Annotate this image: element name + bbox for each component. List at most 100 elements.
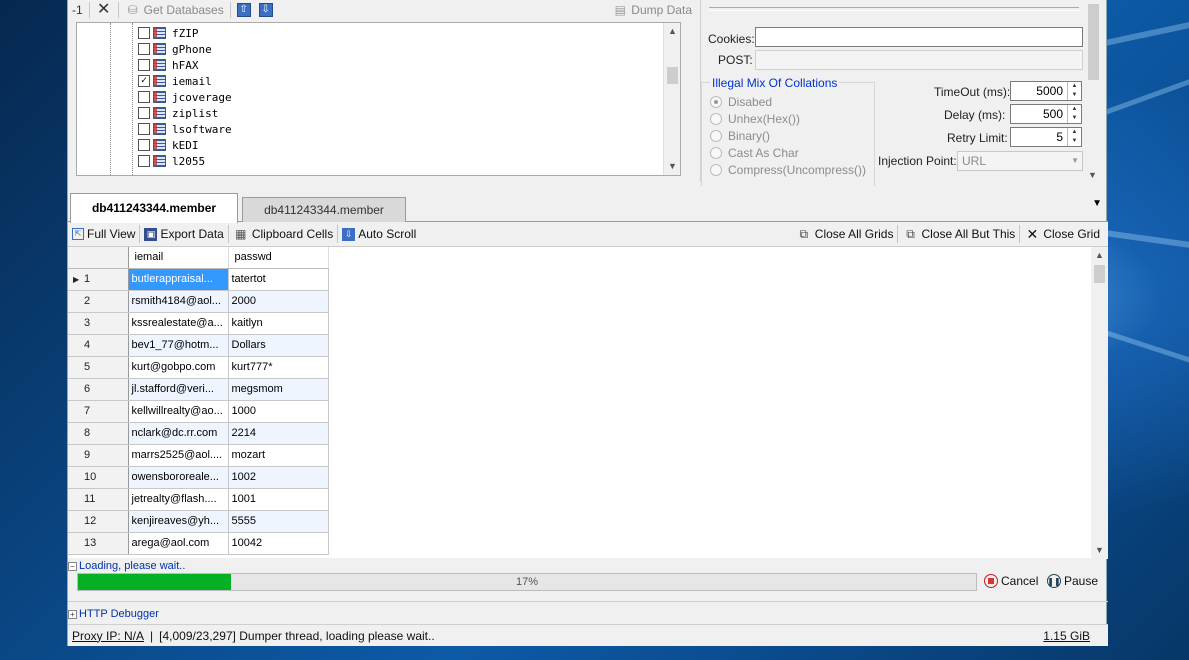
table-row[interactable]: 10 owensbororeale... 1002 — [68, 466, 329, 489]
tree-scrollbar[interactable]: ▲ ▼ — [663, 23, 680, 175]
move-down-button[interactable]: ⇩ — [255, 0, 277, 20]
full-view-button[interactable]: ⇱ Full View — [68, 223, 139, 245]
tree-item[interactable]: gPhone — [77, 41, 662, 57]
tree-item[interactable]: l2055 — [77, 153, 662, 169]
checkbox[interactable] — [138, 59, 150, 71]
options-scroll-thumb[interactable] — [1088, 4, 1099, 80]
scroll-up-arrow-icon[interactable]: ▲ — [664, 23, 680, 40]
cell-iemail[interactable]: kellwillrealty@ao... — [128, 400, 229, 423]
collation-radio[interactable]: Binary() — [710, 129, 770, 143]
cell-passwd[interactable]: kaitlyn — [228, 312, 329, 335]
close-grid-button[interactable]: ✕ Close Grid — [1020, 223, 1104, 245]
tree-item[interactable]: lsoftware — [77, 121, 662, 137]
cell-iemail[interactable]: arega@aol.com — [128, 532, 229, 555]
scroll-down-arrow-icon[interactable]: ▼ — [664, 158, 680, 175]
clear-button[interactable]: ✕ — [92, 0, 116, 20]
checkbox[interactable] — [138, 43, 150, 55]
export-data-button[interactable]: ▣ Export Data — [140, 223, 227, 245]
cell-iemail[interactable]: bev1_77@hotm... — [128, 334, 229, 357]
scroll-down-arrow-icon[interactable]: ▼ — [1091, 542, 1108, 559]
cell-passwd[interactable]: kurt777* — [228, 356, 329, 379]
row-number[interactable]: 6 — [68, 378, 129, 401]
timeout-spinner[interactable]: 5000 ▲ ▼ — [1010, 81, 1082, 101]
cell-passwd[interactable]: 10042 — [228, 532, 329, 555]
dump-data-button[interactable]: ▤ Dump Data — [608, 0, 696, 20]
table-row[interactable]: 8 nclark@dc.rr.com 2214 — [68, 422, 329, 445]
database-tree[interactable]: ▲ ▼ fZIP gPhone hFAX ✓ iemail jcoverage ziplis… — [76, 22, 681, 176]
cell-iemail[interactable]: kssrealestate@a... — [128, 312, 229, 335]
table-row[interactable]: 6 jl.stafford@veri... megsmom — [68, 378, 329, 401]
close-all-but-this-button[interactable]: ⧉ Close All But This — [898, 223, 1019, 245]
column-header-iemail[interactable]: iemail — [128, 247, 229, 269]
scroll-up-arrow-icon[interactable]: ▲ — [1091, 247, 1108, 264]
checkbox[interactable] — [138, 155, 150, 167]
row-header-corner[interactable] — [68, 247, 129, 269]
tree-item[interactable]: kEDI — [77, 137, 662, 153]
slider-track[interactable] — [709, 7, 1079, 11]
table-row[interactable]: 3 kssrealestate@a... kaitlyn — [68, 312, 329, 335]
proxy-ip-link[interactable]: Proxy IP: N/A — [72, 629, 144, 643]
checkbox[interactable] — [138, 139, 150, 151]
table-row[interactable]: 13 arega@aol.com 10042 — [68, 532, 329, 555]
tree-item[interactable]: fZIP — [77, 25, 662, 41]
row-number[interactable]: 11 — [68, 488, 129, 511]
row-number[interactable]: 8 — [68, 422, 129, 445]
row-number[interactable]: 2 — [68, 290, 129, 313]
collation-radio[interactable]: Compress(Uncompress()) — [710, 163, 866, 177]
cell-iemail[interactable]: butlerappraisal... — [128, 268, 229, 291]
row-number[interactable]: 4 — [68, 334, 129, 357]
close-all-grids-button[interactable]: ⧉ Close All Grids — [792, 223, 898, 245]
table-row[interactable]: 7 kellwillrealty@ao... 1000 — [68, 400, 329, 423]
tab-list-dropdown-icon[interactable]: ▼ — [1092, 198, 1102, 209]
spinner-arrows-icon[interactable]: ▲ ▼ — [1067, 105, 1081, 123]
row-number[interactable]: 10 — [68, 466, 129, 489]
table-row[interactable]: 9 marrs2525@aol.... mozart — [68, 444, 329, 467]
cell-passwd[interactable]: megsmom — [228, 378, 329, 401]
scroll-down-arrow-icon[interactable]: ▼ — [1088, 170, 1097, 180]
cell-iemail[interactable]: rsmith4184@aol... — [128, 290, 229, 313]
checkbox[interactable] — [138, 27, 150, 39]
retry-limit-spinner[interactable]: 5 ▲ ▼ — [1010, 127, 1082, 147]
row-number[interactable]: 5 — [68, 356, 129, 379]
table-row[interactable]: 12 kenjireaves@yh... 5555 — [68, 510, 329, 533]
cell-iemail[interactable]: jl.stafford@veri... — [128, 378, 229, 401]
pause-button[interactable]: ❚❚ Pause — [1047, 574, 1098, 588]
row-number[interactable]: 13 — [68, 532, 129, 555]
cell-iemail[interactable]: kurt@gobpo.com — [128, 356, 229, 379]
injection-point-select[interactable]: URL ▼ — [957, 151, 1083, 171]
cell-passwd[interactable]: 1000 — [228, 400, 329, 423]
cell-passwd[interactable]: 1002 — [228, 466, 329, 489]
cookies-input[interactable] — [755, 27, 1083, 47]
tree-item[interactable]: hFAX — [77, 57, 662, 73]
data-grid[interactable]: iemail passwd 1butlerappraisal...taterto… — [68, 246, 1108, 559]
table-row[interactable]: 5 kurt@gobpo.com kurt777* — [68, 356, 329, 379]
loading-section-toggle[interactable]: − Loading, please wait.. — [68, 560, 185, 572]
clipboard-cells-button[interactable]: ▦ Clipboard Cells — [229, 223, 337, 245]
row-number[interactable]: 9 — [68, 444, 129, 467]
cell-passwd[interactable]: 5555 — [228, 510, 329, 533]
options-scrollbar[interactable]: ▼ — [1085, 0, 1102, 182]
row-number[interactable]: 3 — [68, 312, 129, 335]
http-debugger-toggle[interactable]: + HTTP Debugger — [68, 608, 159, 620]
cell-iemail[interactable]: kenjireaves@yh... — [128, 510, 229, 533]
grid-scroll-thumb[interactable] — [1094, 265, 1105, 283]
limit-value[interactable]: -1 — [68, 0, 87, 20]
checkbox[interactable] — [138, 123, 150, 135]
post-input[interactable] — [755, 50, 1083, 70]
tree-item[interactable]: ziplist — [77, 105, 662, 121]
table-row[interactable]: 2 rsmith4184@aol... 2000 — [68, 290, 329, 313]
cell-iemail[interactable]: jetrealty@flash.... — [128, 488, 229, 511]
tree-item[interactable]: ✓ iemail — [77, 73, 662, 89]
tab-member[interactable]: db411243344.member — [242, 197, 406, 222]
cancel-button[interactable]: Cancel — [984, 574, 1038, 588]
checkbox[interactable]: ✓ — [138, 75, 150, 87]
tab-active-member[interactable]: db411243344.member — [70, 193, 238, 223]
row-number[interactable]: 12 — [68, 510, 129, 533]
memory-usage-link[interactable]: 1.15 GiB — [1043, 629, 1090, 643]
column-header-passwd[interactable]: passwd — [228, 247, 329, 269]
grid-scrollbar[interactable]: ▲ ▼ — [1091, 247, 1108, 559]
spinner-arrows-icon[interactable]: ▲ ▼ — [1067, 128, 1081, 146]
table-row[interactable]: 4 bev1_77@hotm... Dollars — [68, 334, 329, 357]
cell-passwd[interactable]: 1001 — [228, 488, 329, 511]
table-row[interactable]: 1butlerappraisal...tatertot — [68, 268, 329, 291]
